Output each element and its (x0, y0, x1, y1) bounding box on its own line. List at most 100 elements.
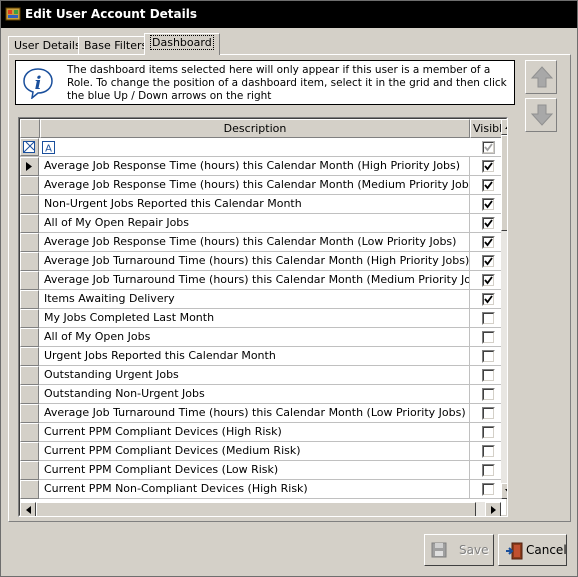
checkmark-icon (484, 257, 493, 266)
horizontal-scroll-thumb[interactable] (36, 502, 476, 516)
row-indicator[interactable] (20, 176, 39, 195)
table-row[interactable]: Outstanding Non-Urgent Jobs (20, 385, 506, 404)
row-description[interactable]: Current PPM Compliant Devices (Medium Ri… (40, 442, 470, 461)
row-description[interactable]: Average Job Turnaround Time (hours) this… (40, 271, 470, 290)
visible-checkbox[interactable] (482, 312, 495, 325)
table-row[interactable]: Average Job Response Time (hours) this C… (20, 233, 506, 252)
save-button[interactable]: Save (424, 534, 494, 566)
text-filter-icon[interactable]: A (42, 141, 55, 154)
dashboard-tab-panel: i The dashboard items selected here will… (8, 54, 571, 522)
row-indicator[interactable] (20, 461, 39, 480)
scroll-right-button[interactable] (485, 502, 501, 516)
row-indicator[interactable] (20, 309, 39, 328)
table-row[interactable]: Current PPM Compliant Devices (Low Risk) (20, 461, 506, 480)
filter-clear-icon[interactable] (23, 141, 35, 153)
row-description[interactable]: My Jobs Completed Last Month (40, 309, 470, 328)
row-description[interactable]: Non-Urgent Jobs Reported this Calendar M… (40, 195, 470, 214)
table-row[interactable]: Urgent Jobs Reported this Calendar Month (20, 347, 506, 366)
visible-checkbox[interactable] (482, 236, 495, 249)
scroll-left-button[interactable] (20, 502, 36, 516)
row-description[interactable]: Current PPM Compliant Devices (High Risk… (40, 423, 470, 442)
scroll-down-button[interactable] (501, 483, 507, 499)
row-description[interactable]: Average Job Response Time (hours) this C… (40, 176, 470, 195)
title-bar[interactable]: Edit User Account Details (1, 1, 577, 28)
row-indicator[interactable] (20, 366, 39, 385)
row-indicator[interactable] (20, 480, 39, 499)
checkmark-icon (484, 181, 493, 190)
row-indicator[interactable] (20, 442, 39, 461)
dashboard-items-grid[interactable]: Description Visible A Average Job Respon… (18, 117, 508, 517)
cancel-button[interactable]: Cancel (498, 534, 567, 566)
tab-user-details[interactable]: User Details (8, 36, 87, 55)
scroll-up-button[interactable] (501, 119, 507, 135)
tab-base-filters[interactable]: Base Filters (78, 36, 154, 55)
row-description[interactable]: All of My Open Repair Jobs (40, 214, 470, 233)
column-header-description[interactable]: Description (40, 119, 470, 138)
visible-checkbox[interactable] (482, 255, 495, 268)
tab-label: User Details (14, 39, 81, 52)
vertical-scrollbar[interactable] (501, 119, 507, 499)
visible-checkbox[interactable] (482, 426, 495, 439)
row-description[interactable]: Current PPM Compliant Devices (Low Risk) (40, 461, 470, 480)
scroll-thumb[interactable] (501, 135, 507, 231)
row-indicator[interactable] (20, 290, 39, 309)
row-description[interactable]: Average Job Turnaround Time (hours) this… (40, 404, 470, 423)
row-description[interactable]: Average Job Response Time (hours) this C… (40, 157, 470, 176)
checkmark-icon (484, 276, 493, 285)
table-row[interactable]: Current PPM Non-Compliant Devices (High … (20, 480, 506, 499)
table-row[interactable]: Average Job Response Time (hours) this C… (20, 157, 506, 176)
visible-checkbox[interactable] (482, 160, 495, 173)
visible-checkbox[interactable] (482, 483, 495, 496)
row-description[interactable]: Items Awaiting Delivery (40, 290, 470, 309)
visible-checkbox[interactable] (482, 179, 495, 192)
move-down-button[interactable] (525, 98, 557, 132)
visible-checkbox[interactable] (482, 331, 495, 344)
tab-dashboard[interactable]: Dashboard (144, 33, 220, 55)
table-row[interactable]: Outstanding Urgent Jobs (20, 366, 506, 385)
row-indicator[interactable] (20, 214, 39, 233)
row-indicator[interactable] (20, 195, 39, 214)
table-row[interactable]: Average Job Turnaround Time (hours) this… (20, 252, 506, 271)
row-indicator[interactable] (20, 385, 39, 404)
visible-checkbox[interactable] (482, 407, 495, 420)
table-row[interactable]: My Jobs Completed Last Month (20, 309, 506, 328)
row-description[interactable]: Urgent Jobs Reported this Calendar Month (40, 347, 470, 366)
row-description[interactable]: Average Job Turnaround Time (hours) this… (40, 252, 470, 271)
visible-filter-checkbox[interactable] (482, 141, 495, 154)
table-row[interactable]: Average Job Turnaround Time (hours) this… (20, 271, 506, 290)
table-row[interactable]: Average Job Turnaround Time (hours) this… (20, 404, 506, 423)
visible-checkbox[interactable] (482, 388, 495, 401)
table-row[interactable]: Non-Urgent Jobs Reported this Calendar M… (20, 195, 506, 214)
row-description[interactable]: All of My Open Jobs (40, 328, 470, 347)
row-description[interactable]: Outstanding Urgent Jobs (40, 366, 470, 385)
visible-checkbox[interactable] (482, 369, 495, 382)
visible-checkbox[interactable] (482, 198, 495, 211)
table-row[interactable]: Items Awaiting Delivery (20, 290, 506, 309)
row-indicator[interactable] (20, 404, 39, 423)
row-description[interactable]: Average Job Response Time (hours) this C… (40, 233, 470, 252)
checkmark-icon (484, 295, 493, 304)
row-indicator[interactable] (20, 252, 39, 271)
row-indicator[interactable] (20, 347, 39, 366)
row-indicator[interactable] (20, 233, 39, 252)
visible-checkbox[interactable] (482, 217, 495, 230)
table-row[interactable]: All of My Open Repair Jobs (20, 214, 506, 233)
row-indicator[interactable] (20, 271, 39, 290)
row-indicator[interactable] (20, 423, 39, 442)
row-indicator[interactable] (20, 157, 39, 176)
horizontal-scrollbar[interactable] (20, 502, 501, 516)
table-row[interactable]: Current PPM Compliant Devices (Medium Ri… (20, 442, 506, 461)
table-row[interactable]: Average Job Response Time (hours) this C… (20, 176, 506, 195)
visible-checkbox[interactable] (482, 464, 495, 477)
current-row-icon (26, 162, 32, 171)
table-row[interactable]: All of My Open Jobs (20, 328, 506, 347)
table-row[interactable]: Current PPM Compliant Devices (High Risk… (20, 423, 506, 442)
move-up-button[interactable] (525, 60, 557, 94)
visible-checkbox[interactable] (482, 274, 495, 287)
visible-checkbox[interactable] (482, 293, 495, 306)
row-indicator[interactable] (20, 328, 39, 347)
visible-checkbox[interactable] (482, 445, 495, 458)
visible-checkbox[interactable] (482, 350, 495, 363)
row-description[interactable]: Outstanding Non-Urgent Jobs (40, 385, 470, 404)
row-description[interactable]: Current PPM Non-Compliant Devices (High … (40, 480, 470, 499)
